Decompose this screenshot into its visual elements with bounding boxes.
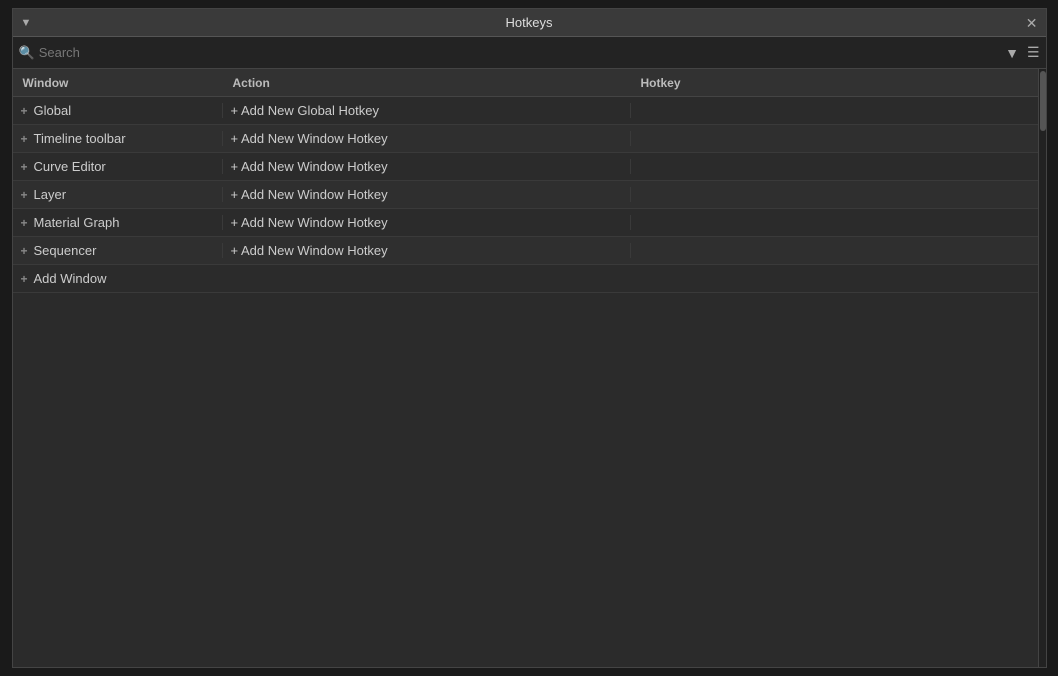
menu-icon[interactable]: ☰ (1027, 44, 1040, 61)
hotkeys-dialog: ▼ Hotkeys ✕ 🔍 ▼ ☰ Window Action Hotkey +… (12, 8, 1047, 668)
add-window-hotkey-button[interactable]: + Add New Window Hotkey (231, 215, 388, 230)
search-input[interactable] (39, 45, 1001, 60)
table-row: + Timeline toolbar + Add New Window Hotk… (13, 125, 1046, 153)
window-label: Curve Editor (34, 159, 106, 174)
table-body: + Global + Add New Global Hotkey + Timel… (13, 97, 1046, 667)
column-header-hotkey: Hotkey (631, 76, 1046, 90)
search-bar: 🔍 ▼ ☰ (13, 37, 1046, 69)
expand-icon[interactable]: + (21, 132, 28, 146)
add-window-plus-icon[interactable]: + (21, 272, 28, 286)
add-window-row[interactable]: + Add Window (13, 265, 1046, 293)
expand-icon[interactable]: + (21, 216, 28, 230)
table-row: + Sequencer + Add New Window Hotkey (13, 237, 1046, 265)
window-label: Material Graph (34, 215, 120, 230)
expand-icon[interactable]: + (21, 104, 28, 118)
column-header-action: Action (223, 76, 631, 90)
cell-action[interactable]: + Add New Global Hotkey (223, 103, 631, 118)
table-header: Window Action Hotkey (13, 69, 1046, 97)
cell-action[interactable]: + Add New Window Hotkey (223, 159, 631, 174)
cell-window: + Material Graph (13, 215, 223, 230)
add-window-hotkey-button[interactable]: + Add New Window Hotkey (231, 243, 388, 258)
window-label: Sequencer (34, 243, 97, 258)
cell-action[interactable]: + Add New Window Hotkey (223, 131, 631, 146)
add-window-hotkey-button[interactable]: + Add New Window Hotkey (231, 187, 388, 202)
add-window-cell[interactable]: + Add Window (13, 271, 223, 286)
cell-window: + Layer (13, 187, 223, 202)
window-label: Timeline toolbar (34, 131, 126, 146)
table-row: + Layer + Add New Window Hotkey (13, 181, 1046, 209)
cell-window: + Timeline toolbar (13, 131, 223, 146)
cell-window: + Sequencer (13, 243, 223, 258)
column-header-window: Window (13, 76, 223, 90)
cell-window: + Curve Editor (13, 159, 223, 174)
cell-window: + Global (13, 103, 223, 118)
scrollbar[interactable] (1038, 69, 1046, 667)
add-window-hotkey-button[interactable]: + Add New Window Hotkey (231, 159, 388, 174)
cell-action[interactable]: + Add New Window Hotkey (223, 243, 631, 258)
scrollbar-thumb[interactable] (1040, 71, 1046, 131)
dialog-title: Hotkeys (506, 15, 553, 30)
cell-action[interactable]: + Add New Window Hotkey (223, 215, 631, 230)
close-button[interactable]: ✕ (1026, 16, 1038, 30)
title-bar-left: ▼ (21, 17, 32, 29)
table-row: + Global + Add New Global Hotkey (13, 97, 1046, 125)
expand-icon[interactable]: + (21, 188, 28, 202)
table-row: + Material Graph + Add New Window Hotkey (13, 209, 1046, 237)
title-bar-right: ✕ (1026, 16, 1038, 30)
add-global-hotkey-button[interactable]: + Add New Global Hotkey (231, 103, 380, 118)
search-icon: 🔍 (19, 45, 35, 61)
window-label: Global (34, 103, 72, 118)
table-row: + Curve Editor + Add New Window Hotkey (13, 153, 1046, 181)
add-window-label[interactable]: Add Window (34, 271, 107, 286)
filter-icon[interactable]: ▼ (1005, 45, 1019, 61)
add-window-hotkey-button[interactable]: + Add New Window Hotkey (231, 131, 388, 146)
title-bar: ▼ Hotkeys ✕ (13, 9, 1046, 37)
dropdown-arrow-icon[interactable]: ▼ (21, 17, 32, 29)
window-label: Layer (34, 187, 67, 202)
cell-action[interactable]: + Add New Window Hotkey (223, 187, 631, 202)
expand-icon[interactable]: + (21, 244, 28, 258)
expand-icon[interactable]: + (21, 160, 28, 174)
